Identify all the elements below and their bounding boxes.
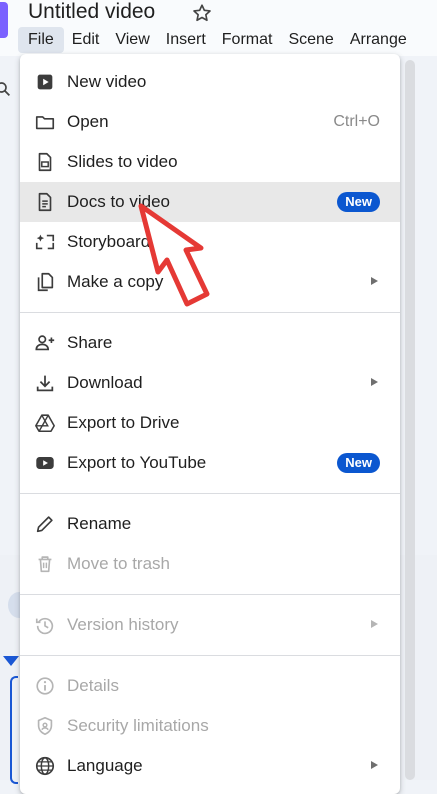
info-icon	[34, 675, 56, 697]
menu-item-label: Export to Drive	[67, 413, 180, 432]
app-logo[interactable]	[0, 2, 8, 38]
search-icon[interactable]	[0, 80, 12, 98]
menu-bar: File Edit View Insert Format Scene Arran…	[18, 27, 415, 53]
menu-item-label: Rename	[67, 514, 132, 533]
menu-item-rename[interactable]: Rename	[20, 504, 400, 544]
play-box-icon	[34, 71, 56, 93]
slides-doc-icon	[34, 151, 56, 173]
submenu-arrow-icon	[371, 761, 378, 769]
menu-file[interactable]: File	[18, 27, 64, 53]
menu-divider	[20, 655, 400, 656]
download-icon	[34, 372, 56, 394]
menu-item-export-to-youtube[interactable]: Export to YouTube New	[20, 443, 400, 483]
menu-arrange[interactable]: Arrange	[342, 27, 415, 53]
shield-icon	[34, 715, 56, 737]
menu-scrollbar[interactable]	[405, 60, 415, 780]
menu-edit[interactable]: Edit	[64, 27, 108, 53]
menu-view[interactable]: View	[107, 27, 157, 53]
doc-lines-icon	[34, 191, 56, 213]
star-icon[interactable]	[191, 2, 213, 24]
globe-icon	[34, 755, 56, 777]
youtube-icon	[34, 452, 56, 474]
menu-format[interactable]: Format	[214, 27, 281, 53]
copy-icon	[34, 271, 56, 293]
menu-item-label: Version history	[67, 615, 179, 634]
menu-scene[interactable]: Scene	[280, 27, 341, 53]
sparkle-frame-icon	[34, 231, 56, 253]
menu-divider	[20, 594, 400, 595]
menu-insert[interactable]: Insert	[158, 27, 214, 53]
submenu-arrow-icon	[371, 277, 378, 285]
menu-item-move-to-trash[interactable]: Move to trash	[20, 544, 400, 584]
menu-item-slides-to-video[interactable]: Slides to video	[20, 142, 400, 182]
top-bar: Untitled video File Edit View Insert For…	[0, 0, 437, 56]
menu-item-security-limitations[interactable]: Security limitations	[20, 706, 400, 746]
timeline-track[interactable]	[10, 676, 18, 784]
document-title[interactable]: Untitled video	[28, 0, 155, 24]
menu-item-export-to-drive[interactable]: Export to Drive	[20, 403, 400, 443]
menu-item-label: Language	[67, 756, 143, 775]
playhead-marker[interactable]	[3, 656, 19, 666]
menu-item-label: Move to trash	[67, 554, 170, 573]
menu-item-details[interactable]: Details	[20, 666, 400, 706]
file-menu: New video Open Ctrl+O Slides to video Do…	[20, 54, 400, 794]
folder-icon	[34, 111, 56, 133]
menu-item-download[interactable]: Download	[20, 363, 400, 403]
menu-item-label: Security limitations	[67, 716, 209, 735]
menu-item-label: Open	[67, 112, 109, 131]
menu-item-version-history[interactable]: Version history	[20, 605, 400, 645]
menu-item-open[interactable]: Open Ctrl+O	[20, 102, 400, 142]
annotation-arrow-icon	[135, 200, 215, 315]
submenu-arrow-icon	[371, 620, 378, 628]
menu-item-share[interactable]: Share	[20, 323, 400, 363]
menu-item-new-video[interactable]: New video	[20, 62, 400, 102]
menu-item-label: Share	[67, 333, 113, 352]
new-badge: New	[337, 453, 380, 473]
menu-divider	[20, 493, 400, 494]
keyboard-shortcut: Ctrl+O	[333, 113, 380, 130]
trash-icon	[34, 553, 56, 575]
menu-item-label: Slides to video	[67, 152, 178, 171]
new-badge: New	[337, 192, 380, 212]
drive-icon	[34, 412, 56, 434]
menu-item-label: Download	[67, 373, 143, 392]
submenu-arrow-icon	[371, 378, 378, 386]
menu-item-label: New video	[67, 72, 147, 91]
history-icon	[34, 614, 56, 636]
person-add-icon	[34, 332, 56, 354]
menu-item-language[interactable]: Language	[20, 746, 400, 786]
pencil-icon	[34, 513, 56, 535]
menu-item-label: Export to YouTube	[67, 453, 207, 472]
menu-item-label: Details	[67, 676, 119, 695]
